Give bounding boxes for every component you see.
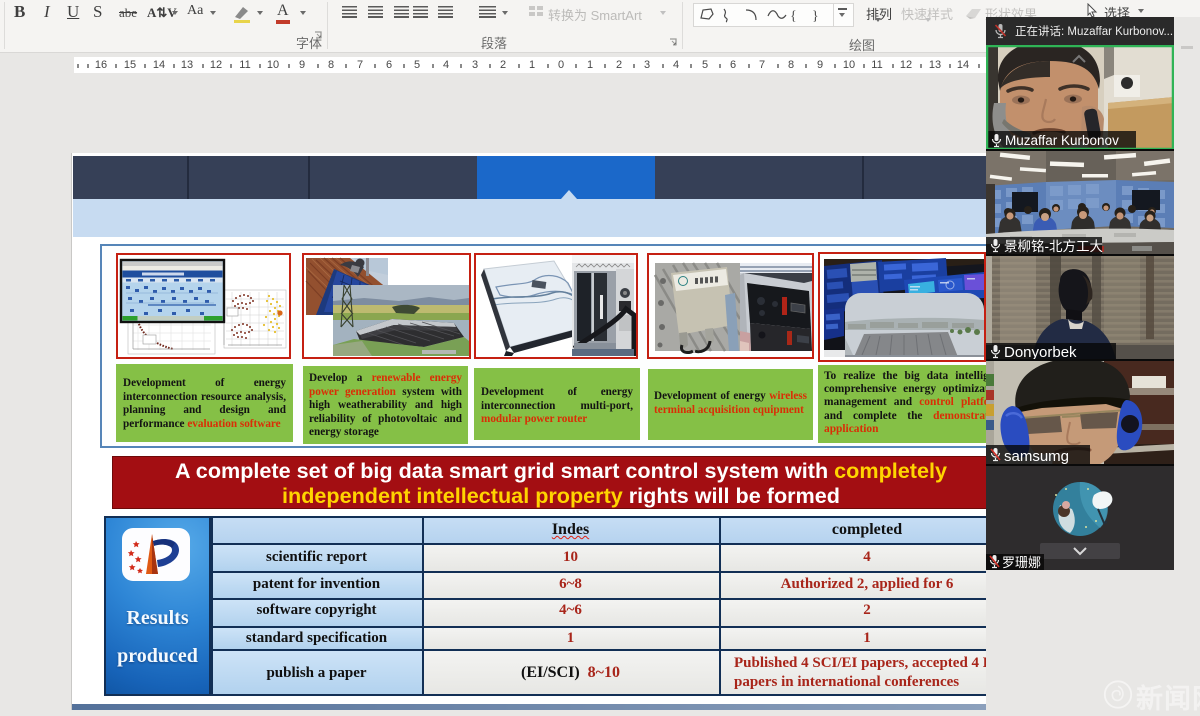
svg-text:Donyorbek: Donyorbek (1004, 344, 1077, 360)
svg-text:{: { (790, 9, 797, 23)
svg-text:samsumg: samsumg (1004, 448, 1069, 465)
svg-text:景柳铭-北方工大: 景柳铭-北方工大 (1004, 239, 1103, 254)
svg-text:Muzaffar Kurbonov: Muzaffar Kurbonov (1005, 133, 1119, 148)
svg-text:}: } (812, 9, 819, 23)
svg-text:罗珊娜: 罗珊娜 (1002, 555, 1041, 570)
